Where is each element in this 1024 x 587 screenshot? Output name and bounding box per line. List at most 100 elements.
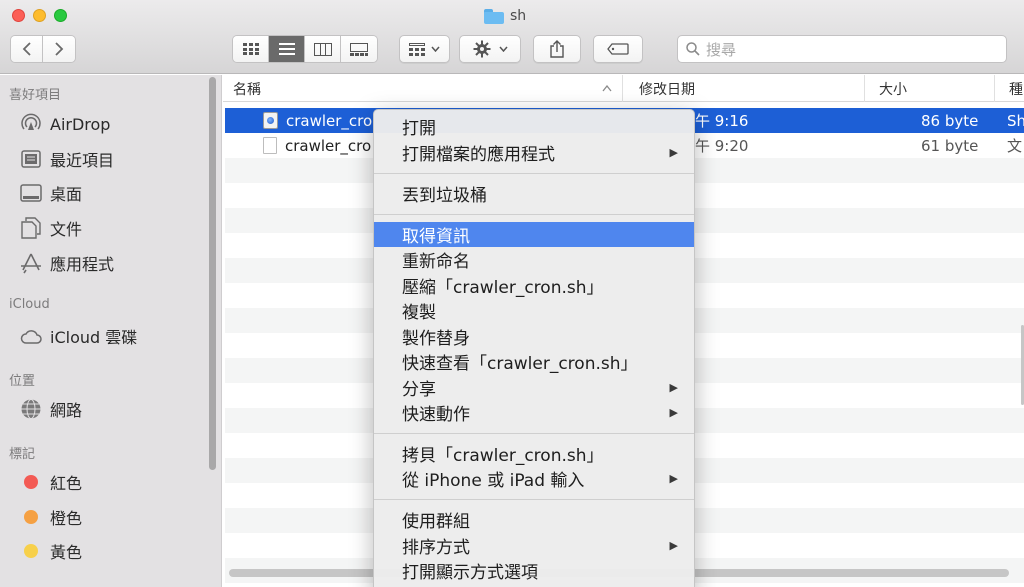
menu-item-label: 使用群組 (402, 512, 470, 532)
document-icon (263, 137, 277, 154)
menu-item-make-alias[interactable]: 製作替身 (374, 324, 694, 349)
icon-view-icon (242, 43, 259, 55)
column-header-kind[interactable]: 種 (995, 75, 1024, 102)
menu-item-open[interactable]: 打開 (374, 114, 694, 139)
tag-icon (607, 43, 629, 55)
yellow-tag-icon (24, 544, 38, 558)
menu-item-use-groups[interactable]: 使用群組 (374, 507, 694, 532)
back-button[interactable] (11, 36, 43, 62)
group-by-button[interactable] (399, 35, 450, 63)
column-header-row: 名稱 修改日期 大小 種 (223, 75, 1024, 102)
icon-view-button[interactable] (233, 36, 269, 62)
menu-item-sort-by[interactable]: 排序方式 ▶ (374, 533, 694, 558)
network-icon (20, 398, 42, 420)
sidebar-tag-red[interactable]: 紅色 (20, 469, 82, 495)
file-size-cell: 61 byte (921, 136, 979, 155)
file-modified-cell: 午 9:20 (695, 137, 749, 155)
sidebar-item-airdrop[interactable]: AirDrop (20, 111, 110, 137)
gallery-view-button[interactable] (341, 36, 377, 62)
menu-item-move-to-trash[interactable]: 丟到垃圾桶 (374, 181, 694, 206)
menu-item-label: 打開顯示方式選項 (402, 563, 538, 583)
back-forward-control (10, 35, 76, 63)
menu-item-open-with[interactable]: 打開檔案的應用程式 ▶ (374, 140, 694, 165)
sidebar-item-icloud-drive[interactable]: iCloud 雲碟 (20, 323, 137, 349)
airdrop-icon (20, 113, 42, 135)
submenu-arrow-icon: ▶ (669, 406, 678, 419)
share-button[interactable] (533, 35, 581, 63)
sidebar-item-desktop[interactable]: 桌面 (20, 180, 82, 206)
menu-item-rename[interactable]: 重新命名 (374, 247, 694, 272)
column-view-icon (313, 42, 332, 56)
sidebar-tag-orange[interactable]: 橙色 (20, 504, 82, 530)
toolbar: sh 搜尋 (0, 0, 1024, 74)
sidebar-item-label: AirDrop (50, 114, 111, 134)
menu-item-label: 快速查看「crawler_cron.sh」 (402, 354, 638, 374)
list-view-button[interactable] (269, 36, 305, 62)
menu-item-duplicate[interactable]: 複製 (374, 298, 694, 323)
share-icon (550, 40, 564, 58)
menu-item-share[interactable]: 分享 ▶ (374, 375, 694, 400)
sidebar-item-network[interactable]: 網路 (20, 396, 82, 422)
column-header-modified-label: 修改日期 (639, 81, 695, 98)
shell-script-icon (263, 112, 278, 129)
file-kind-cell: Sh (1007, 111, 1024, 130)
menu-item-show-view-options[interactable]: 打開顯示方式選項 (374, 558, 694, 583)
orange-tag-icon (24, 510, 38, 524)
file-name: crawler_cro (285, 136, 372, 155)
edit-tags-button[interactable] (593, 35, 643, 63)
documents-icon (20, 217, 42, 239)
search-field[interactable]: 搜尋 (677, 35, 1007, 63)
back-icon (22, 42, 31, 56)
sidebar-item-documents[interactable]: 文件 (20, 215, 82, 241)
menu-separator (374, 214, 694, 215)
sidebar-header-tags: 標記 (9, 447, 36, 462)
action-menu-button[interactable] (459, 35, 521, 63)
sidebar-item-label: 橙色 (50, 509, 83, 528)
search-icon (686, 42, 700, 56)
folder-icon (484, 8, 504, 24)
menu-item-label: 丟到垃圾桶 (402, 186, 487, 206)
sidebar-header-icloud: iCloud (9, 297, 50, 312)
menu-item-copy[interactable]: 拷貝「crawler_cron.sh」 (374, 441, 694, 466)
menu-item-label: 打開檔案的應用程式 (402, 145, 555, 165)
menu-item-quick-look[interactable]: 快速查看「crawler_cron.sh」 (374, 349, 694, 374)
sidebar-scrollbar[interactable] (209, 77, 216, 470)
sidebar-item-label: 網路 (50, 401, 83, 420)
sidebar-tag-yellow[interactable]: 黃色 (20, 538, 82, 564)
chevron-down-icon (431, 46, 440, 52)
menu-item-label: 製作替身 (402, 329, 470, 349)
action-gear-icon (473, 40, 490, 58)
menu-item-compress[interactable]: 壓縮「crawler_cron.sh」 (374, 273, 694, 298)
menu-item-import-from-iphone[interactable]: 從 iPhone 或 iPad 輸入 ▶ (374, 466, 694, 491)
context-menu: 打開 打開檔案的應用程式 ▶ 丟到垃圾桶 取得資訊 重新命名 壓縮「crawle… (373, 109, 695, 587)
sidebar-header-locations: 位置 (9, 374, 36, 389)
menu-item-label: 分享 (402, 380, 436, 400)
submenu-arrow-icon: ▶ (669, 381, 678, 394)
forward-button[interactable] (43, 36, 75, 62)
menu-item-quick-actions[interactable]: 快速動作 ▶ (374, 400, 694, 425)
menu-item-label: 快速動作 (402, 405, 470, 425)
sidebar: 喜好項目 AirDrop 最近項目 桌面 文件 應用程式 iCloud iClo… (0, 75, 222, 587)
column-header-size[interactable]: 大小 (865, 75, 995, 102)
forward-icon (55, 42, 64, 56)
column-header-modified[interactable]: 修改日期 (623, 75, 865, 102)
sidebar-item-recents[interactable]: 最近項目 (20, 146, 114, 172)
zoom-window-button[interactable] (54, 9, 67, 22)
minimize-window-button[interactable] (33, 9, 46, 22)
finder-window: sh 搜尋 喜好項目 AirDrop 最近項目 桌面 文件 應用程式 iClou… (0, 0, 1024, 587)
window-title-text: sh (510, 8, 527, 24)
gallery-view-icon (350, 42, 368, 56)
sidebar-item-label: 應用程式 (50, 255, 115, 274)
red-tag-icon (24, 475, 38, 489)
sidebar-item-applications[interactable]: 應用程式 (20, 250, 114, 276)
column-header-size-label: 大小 (879, 81, 907, 98)
close-window-button[interactable] (12, 9, 25, 22)
column-view-button[interactable] (305, 36, 341, 62)
file-name: crawler_cro (286, 111, 373, 130)
sidebar-item-label: 黃色 (50, 543, 83, 562)
group-icon (409, 42, 425, 56)
column-header-name[interactable]: 名稱 (223, 75, 623, 102)
menu-item-get-info[interactable]: 取得資訊 (374, 222, 694, 247)
cloud-icon (20, 325, 42, 347)
menu-separator (374, 173, 694, 174)
